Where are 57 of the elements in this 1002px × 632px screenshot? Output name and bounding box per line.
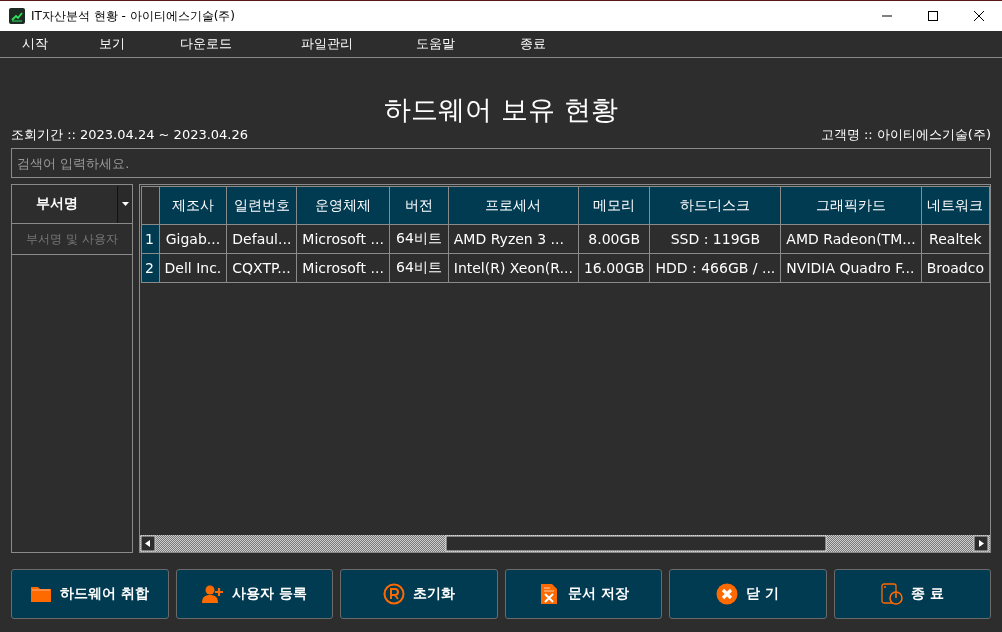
action-button[interactable]: 하드웨어 취합	[11, 569, 169, 619]
power-icon	[880, 583, 903, 605]
page-heading: 하드웨어 보유 현황	[383, 93, 619, 127]
menu-item[interactable]: 다운로드	[180, 35, 232, 53]
menu-item[interactable]: 파일관리	[301, 35, 353, 53]
table-cell: Broadco	[921, 253, 990, 283]
column-header[interactable]: 그래픽카드	[780, 186, 922, 225]
table-cell: Realtek	[921, 224, 990, 254]
action-button[interactable]: 닫 기	[669, 569, 827, 619]
table-cell: Microsoft ...	[296, 253, 390, 283]
table-cell: AMD Ryzen 3 ...	[448, 224, 579, 254]
action-button[interactable]: 종 료	[833, 569, 991, 619]
column-header[interactable]: 운영체제	[296, 186, 390, 225]
table-cell: 64비트	[389, 224, 449, 254]
menu-item[interactable]: 도움말	[416, 35, 455, 53]
maximize-icon[interactable]	[927, 10, 939, 22]
menu-item[interactable]: 종료	[520, 35, 546, 53]
action-button[interactable]: 초기화	[340, 569, 498, 619]
table-cell: HDD : 466GB / ...	[649, 253, 781, 283]
column-header[interactable]: 버전	[389, 186, 449, 225]
table-cell: 8.00GB	[578, 224, 650, 254]
period-label: 조회기간 :: 2023.04.24 ~ 2023.04.26	[11, 126, 249, 144]
column-header[interactable]: 네트워크	[921, 186, 990, 225]
customer-label: 고객명 :: 아이티에스기술(주)	[820, 126, 991, 144]
dropdown-button[interactable]	[117, 185, 132, 223]
table-cell: 64비트	[389, 253, 449, 283]
column-header[interactable]: 제조사	[159, 186, 227, 225]
close-icon[interactable]	[973, 10, 985, 22]
column-header[interactable]: 일련번호	[226, 186, 297, 225]
horizontal-scrollbar[interactable]	[140, 535, 990, 552]
table-cell: Gigab...	[159, 224, 227, 254]
menu-item[interactable]: 보기	[99, 35, 125, 53]
column-header: 부서명	[34, 195, 79, 213]
table-cell: Dell Inc.	[159, 253, 227, 283]
user-add-icon	[201, 583, 224, 605]
table-cell: CQXTP...	[226, 253, 297, 283]
table-cell: Defaul...	[226, 224, 297, 254]
table-cell: Microsoft ...	[296, 224, 390, 254]
window-title: IT자산분석 현황 - 아이티에스기술(주)	[31, 7, 236, 25]
row-header[interactable]: 2	[141, 253, 160, 283]
table-cell: AMD Radeon(TM...	[780, 224, 922, 254]
table-cell: NVIDIA Quadro F...	[780, 253, 922, 283]
caret-icon	[121, 202, 129, 206]
table-cell: Intel(R) Xeon(R...	[448, 253, 579, 283]
menu-item[interactable]: 시작	[22, 35, 48, 53]
app-icon	[9, 8, 25, 24]
action-button[interactable]: 사용자 등록	[175, 569, 333, 619]
registered-icon	[382, 583, 405, 605]
search-field[interactable]: 검색어 입력하세요.	[11, 148, 991, 178]
column-header[interactable]: 하드디스크	[649, 186, 781, 225]
action-button[interactable]: 문서 저장	[504, 569, 662, 619]
close-icon	[716, 583, 739, 605]
table-cell: SSD : 119GB	[649, 224, 781, 254]
column-header[interactable]: 메모리	[578, 186, 650, 225]
row-header[interactable]: 1	[141, 224, 160, 254]
column-header[interactable]: 프로세서	[448, 186, 579, 225]
table-cell: 16.00GB	[578, 253, 650, 283]
